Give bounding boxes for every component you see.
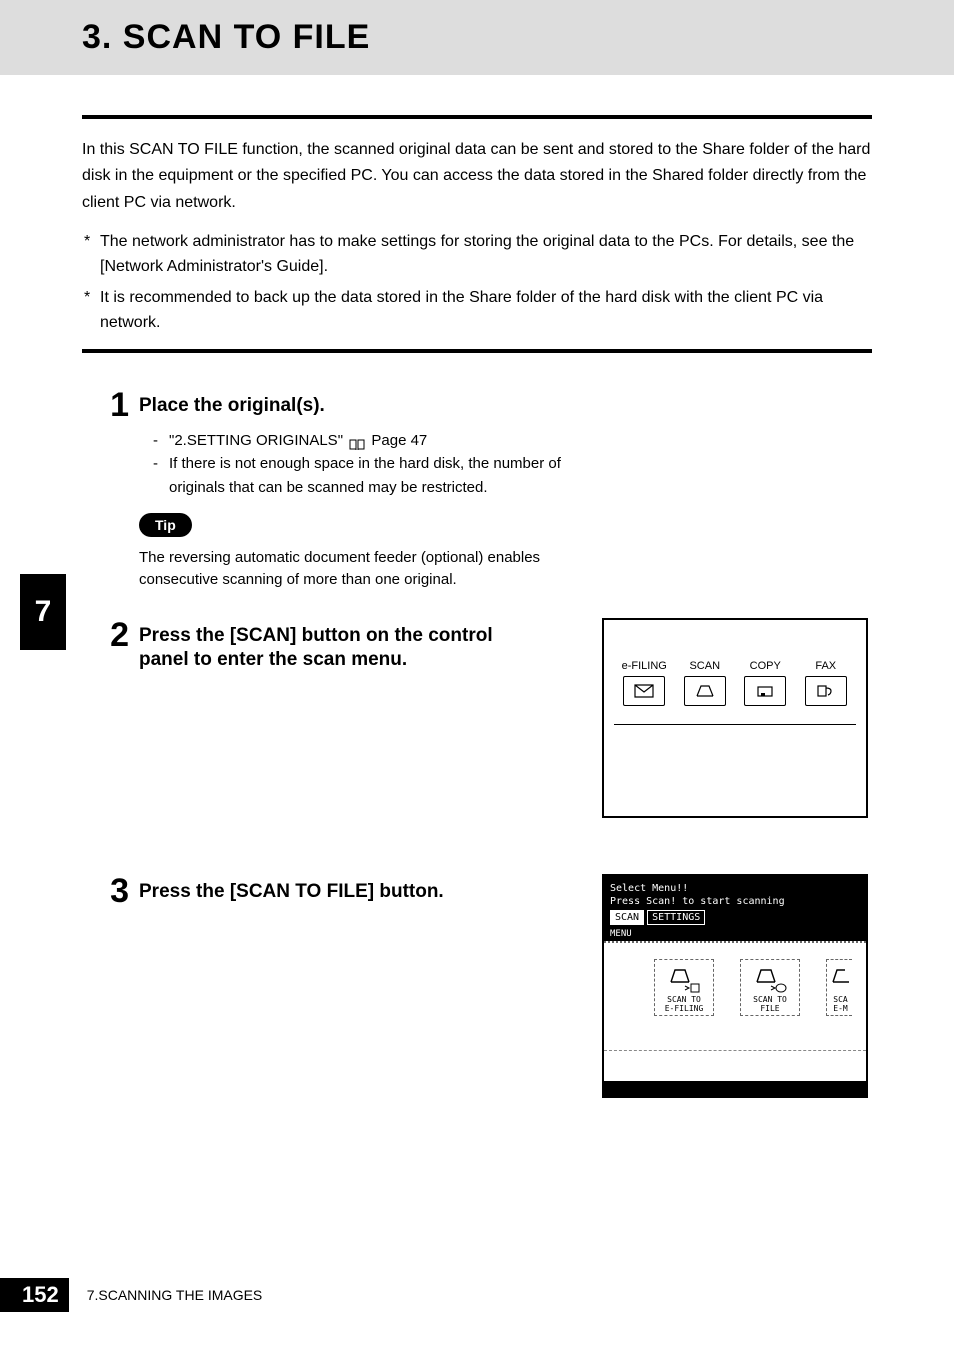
tab-settings: SETTINGS <box>647 910 705 925</box>
note-item: The network administrator has to make se… <box>82 230 872 280</box>
step-number: 2 <box>97 618 129 652</box>
panel-label: e-FILING <box>619 660 669 672</box>
asterisk-notes: The network administrator has to make se… <box>82 230 872 335</box>
note-item: It is recommended to back up the data st… <box>82 286 872 336</box>
section-title: 3. SCAN TO FILE <box>82 18 954 57</box>
screen-line2: Press Scan! to start scanning <box>610 895 860 908</box>
tip-text: The reversing automatic document feeder … <box>139 547 559 592</box>
step-title: Place the original(s). <box>139 388 872 419</box>
section-title-bar: 3. SCAN TO FILE <box>0 0 954 75</box>
panel-label: FAX <box>801 660 851 672</box>
divider <box>614 724 856 725</box>
fax-button <box>805 676 847 706</box>
rule-bottom <box>82 349 872 353</box>
scan-button <box>684 676 726 706</box>
scanner-icon <box>695 684 715 698</box>
control-panel-illustration: e-FILING SCAN COPY FAX <box>602 618 868 818</box>
tab-scan: SCAN <box>610 910 644 925</box>
touchscreen-illustration: Select Menu!! Press Scan! to start scann… <box>602 874 868 1098</box>
sub-item: "2.SETTING ORIGINALS" Page 47 <box>153 429 872 452</box>
screen-tabs: SCAN SETTINGS <box>604 910 866 927</box>
scan-email-icon <box>831 964 851 994</box>
panel-label: COPY <box>740 660 790 672</box>
copy-button <box>744 676 786 706</box>
fax-icon <box>816 684 836 698</box>
scan-to-file-button: SCAN TOFILE <box>740 959 800 1017</box>
cross-ref-text: "2.SETTING ORIGINALS" <box>169 432 343 449</box>
menu-label: MENU <box>604 927 866 941</box>
screen-line1: Select Menu!! <box>610 882 860 895</box>
page-footer: 152 7.SCANNING THE IMAGES <box>0 1278 954 1312</box>
chapter-tab: 7 <box>20 574 66 650</box>
step-number: 1 <box>97 388 129 422</box>
page-content: In this SCAN TO FILE function, the scann… <box>0 115 954 1098</box>
efiling-button <box>623 676 665 706</box>
page-ref: Page 47 <box>371 432 427 449</box>
step-2: 2 Press the [SCAN] button on the control… <box>82 618 872 818</box>
scan-to-email-button-partial: SCAE-M <box>826 959 852 1017</box>
panel-button-row <box>614 676 856 706</box>
intro-paragraph: In this SCAN TO FILE function, the scann… <box>82 137 872 216</box>
step-1: 1 Place the original(s). "2.SETTING ORIG… <box>82 388 872 591</box>
sub-item: If there is not enough space in the hard… <box>153 452 593 499</box>
step-3: 3 Press the [SCAN TO FILE] button. Selec… <box>82 874 872 1098</box>
step-title: Press the [SCAN] button on the control p… <box>139 618 499 673</box>
dashed-line <box>604 1050 866 1051</box>
step-sublist: "2.SETTING ORIGINALS" Page 47 If there i… <box>139 429 872 499</box>
book-icon <box>349 435 365 447</box>
scan-file-icon <box>753 964 787 994</box>
page-number: 152 <box>0 1278 69 1312</box>
footer-chapter-title: 7.SCANNING THE IMAGES <box>87 1287 263 1303</box>
screen-menu-area: SCAN TOE-FILING SCAN TOFILE SCAE-M <box>604 941 866 1081</box>
scan-efiling-icon <box>667 964 701 994</box>
tip-badge: Tip <box>139 513 192 537</box>
copy-icon <box>755 684 775 698</box>
scan-to-efiling-button: SCAN TOE-FILING <box>654 959 714 1017</box>
step-title: Press the [SCAN TO FILE] button. <box>139 874 582 905</box>
rule-top <box>82 115 872 119</box>
envelope-icon <box>634 684 654 698</box>
panel-label: SCAN <box>680 660 730 672</box>
step-number: 3 <box>97 874 129 908</box>
panel-label-row: e-FILING SCAN COPY FAX <box>614 660 856 672</box>
